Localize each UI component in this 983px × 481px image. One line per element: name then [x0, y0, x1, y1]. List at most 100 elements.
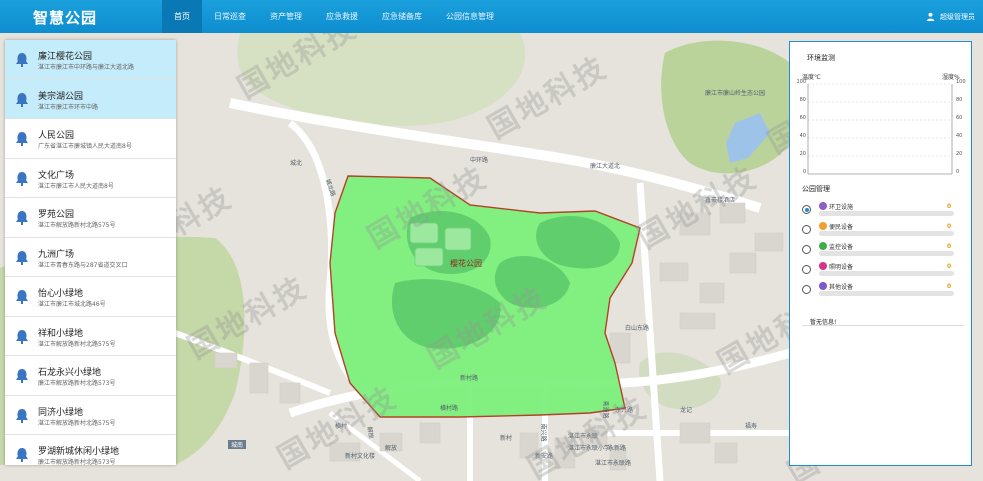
park-address: 湛江市廉江市中环路与廉江大道北路 [38, 64, 135, 71]
tree-icon [16, 132, 28, 146]
park-list-item[interactable]: 怡心小绿地 湛江市廉江市城北路46号 [5, 277, 176, 317]
map-label: 横村路 [440, 405, 459, 412]
park-management-title: 公园管理 [802, 185, 830, 193]
park-address: 廉江市解放路新村北路573号 [38, 380, 116, 387]
sanitation-radio[interactable] [802, 205, 811, 214]
management-row-sanitation[interactable]: 环卫设施 0 [802, 202, 964, 220]
left-axis-tick: 100 [796, 79, 806, 85]
map-label: 中环路 [470, 157, 489, 164]
lighting-radio[interactable] [802, 265, 811, 274]
map-label: 湛江市永联路 [595, 460, 632, 467]
sanitation-icon [819, 202, 827, 210]
nav-emergency-rescue[interactable]: 应急救援 [314, 0, 370, 33]
park-name: 文化广场 [38, 170, 75, 181]
nav-daily-inspection[interactable]: 日常巡查 [202, 0, 258, 33]
park-list-item[interactable]: 罗苑公园 湛江市解放路新村北路575号 [5, 198, 176, 238]
right-axis-tick: 60 [956, 115, 963, 121]
app-logo: 智慧公园 [33, 9, 98, 27]
nav-emergency-reserve[interactable]: 应急储备库 [370, 0, 434, 33]
map-label: 廉江市廉山岭生态公园 [705, 90, 766, 97]
map-label: 新安路 [535, 453, 554, 460]
park-list-item[interactable]: 同济小绿地 湛江市解放路新村北路575号 [5, 395, 176, 435]
map-label: 廉江大道北 [590, 163, 621, 170]
tree-icon [16, 369, 28, 383]
management-count: 0 [947, 283, 952, 290]
user-name: 超级管理员 [940, 12, 975, 21]
management-progress-bar [819, 271, 954, 276]
monitoring-icon [819, 242, 827, 250]
park-polygon-label: 樱花公园 [450, 259, 482, 268]
park-list-item[interactable]: 人民公园 广东省湛江市廉城镇人民大道南8号 [5, 119, 176, 159]
park-address: 湛江市解放路新村北路575号 [38, 419, 116, 427]
park-name: 罗湖新城休闲小绿地 [38, 447, 120, 457]
main-nav: 首页 日常巡查 资产管理 应急救援 应急储备库 公园信息管理 [162, 0, 506, 33]
management-progress-bar [819, 291, 954, 296]
park-address: 湛江市解放路新村北路575号 [38, 340, 116, 348]
park-list-item[interactable]: 石龙永兴小绿地 廉江市解放路新村北路573号 [5, 356, 176, 396]
park-name: 廉江樱花公园 [38, 52, 93, 62]
left-axis-tick: 80 [799, 97, 806, 103]
park-address: 广东省湛江市廉城镇人民大道南8号 [38, 143, 132, 150]
park-list-item[interactable]: 九洲广场 湛江市青春东路与287省道交叉口 [5, 237, 176, 277]
map-label: 城北 [290, 160, 303, 167]
nav-home[interactable]: 首页 [162, 0, 202, 33]
park-list-item[interactable]: 廉江樱花公园 湛江市廉江市中环路与廉江大道北路 [5, 40, 176, 80]
left-axis-tick: 20 [799, 151, 806, 157]
map-label: 湛江市永联 [568, 433, 599, 440]
tree-icon [16, 53, 28, 67]
other-icon [819, 282, 827, 290]
management-row-other[interactable]: 其他设备 0 [802, 282, 964, 300]
divider [802, 325, 964, 326]
right-axis-tick: 20 [956, 151, 963, 157]
management-row-monitoring[interactable]: 监控设备 0 [802, 242, 964, 260]
park-name: 美宗湖公园 [38, 91, 84, 102]
management-label: 环卫设施 [829, 204, 854, 211]
management-progress-bar [819, 211, 954, 216]
management-label: 其他设备 [829, 284, 854, 291]
management-count: 0 [947, 263, 952, 270]
park-name: 同济小绿地 [38, 407, 84, 418]
park-list-item[interactable]: 祥和小绿地 湛江市解放路新村北路575号 [5, 316, 176, 356]
left-axis-tick: 60 [799, 115, 806, 121]
top-header: 智慧公园 首页 日常巡查 资产管理 应急救援 应急储备库 公园信息管理 超级管理… [0, 0, 983, 33]
right-axis-tick: 40 [956, 133, 963, 139]
map-label: 南兴路 [539, 423, 547, 442]
map-label: 新村文化楼 [345, 453, 376, 460]
park-list-item[interactable]: 文化广场 湛江市廉江市人民大道南8号 [5, 158, 176, 198]
map-label: 白山东路 [625, 325, 650, 332]
park-name: 怡心小绿地 [38, 289, 84, 299]
park-address: 湛江市廉江市城北路46号 [38, 301, 106, 308]
map-label: 福寿 [745, 423, 758, 430]
nav-park-info[interactable]: 公园信息管理 [434, 0, 506, 33]
park-name: 祥和小绿地 [38, 328, 84, 339]
management-row-lighting[interactable]: 照明设备 0 [802, 262, 964, 280]
other-radio[interactable] [802, 285, 811, 294]
convenience-radio[interactable] [802, 225, 811, 234]
park-name: 九洲广场 [38, 249, 75, 260]
right-axis-tick: 100 [956, 79, 966, 85]
monitoring-radio[interactable] [802, 245, 811, 254]
nav-asset-management[interactable]: 资产管理 [258, 0, 314, 33]
management-count: 0 [947, 223, 952, 230]
map-label: 鑫豪楼酒店 [705, 197, 736, 204]
management-count: 0 [947, 243, 952, 250]
tree-icon [16, 290, 28, 304]
park-list-panel: 廉江樱花公园 湛江市廉江市中环路与廉江大道北路 美宗湖公园 湛江市廉江市环市中路… [5, 40, 176, 465]
map-label: 青源路 [601, 400, 609, 419]
map-label: 新村路 [460, 375, 479, 382]
park-list-item[interactable]: 美宗湖公园 湛江市廉江市环市中路 [5, 79, 176, 119]
left-axis-tick: 0 [802, 169, 806, 175]
map-label: 龙记 [680, 407, 693, 414]
green-area-northeast [661, 40, 790, 174]
user-icon [926, 12, 935, 21]
user-menu[interactable]: 超级管理员 [926, 0, 975, 33]
map-label: 城南 [228, 440, 247, 449]
park-list-item[interactable]: 罗湖新城休闲小绿地 廉江市解放路新村北路573号 [5, 435, 176, 465]
management-row-convenience[interactable]: 便民设备 0 [802, 222, 964, 240]
map-label: 解放 [385, 445, 398, 452]
map-label: 新村 [500, 435, 513, 442]
park-name: 罗苑公园 [38, 210, 75, 220]
park-name: 人民公园 [38, 131, 75, 141]
road-east [636, 182, 664, 481]
convenience-icon [819, 222, 827, 230]
